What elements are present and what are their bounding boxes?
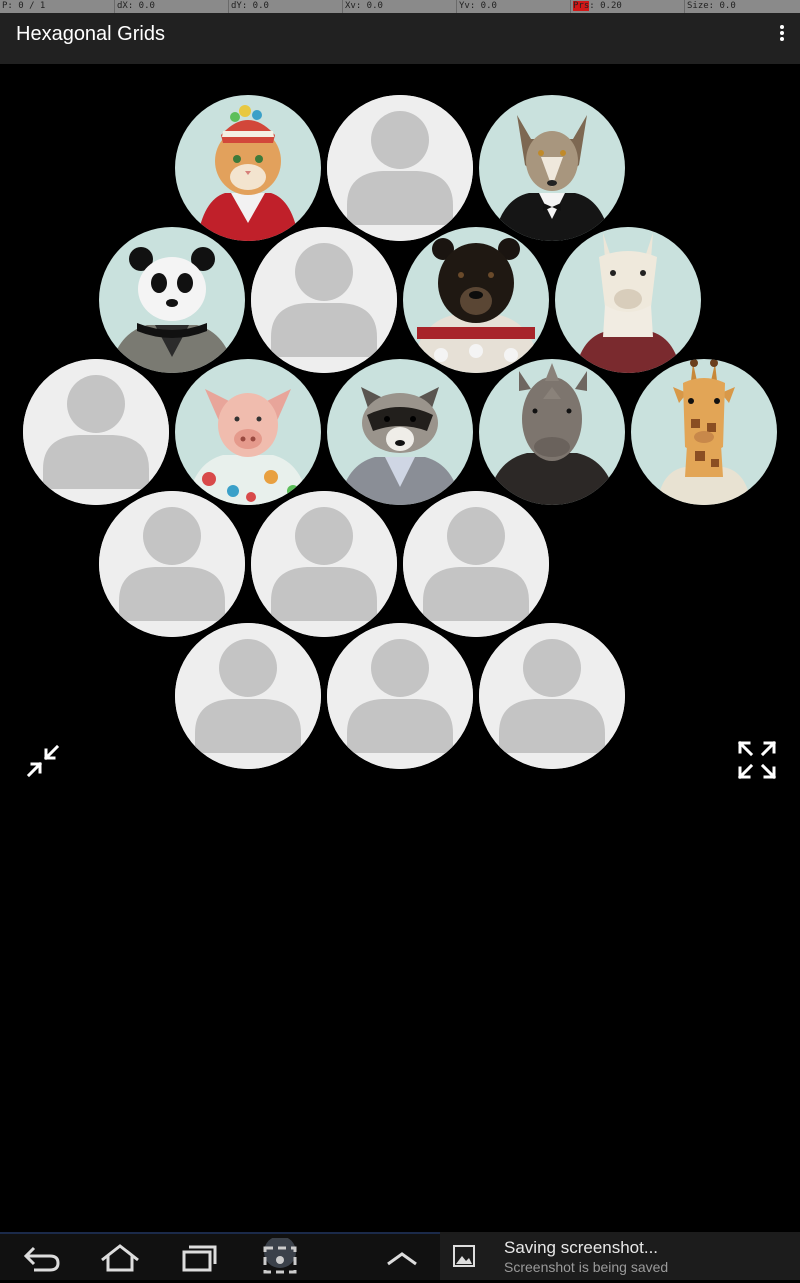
grid-item-placeholder[interactable] (327, 95, 473, 241)
grid-item-placeholder[interactable] (175, 623, 321, 769)
pressure-label: Prs (573, 1, 590, 11)
user-silhouette-icon (479, 623, 625, 769)
grid-item-panda[interactable] (99, 227, 245, 373)
velocity-x: Xv: 0.0 (342, 0, 456, 13)
velocity-y: Yv: 0.0 (456, 0, 570, 13)
panda-portrait-icon (99, 227, 245, 373)
screenshot-icon (263, 1236, 297, 1274)
grid-item-bear[interactable] (403, 227, 549, 373)
bear-portrait-icon (403, 227, 549, 373)
cat-portrait-icon (175, 95, 321, 241)
wolf-portrait-icon (479, 95, 625, 241)
notification-subtitle: Screenshot is being saved (504, 1259, 669, 1275)
delta-y: dY: 0.0 (228, 0, 342, 13)
screenshot-notification[interactable]: Saving screenshot... Screenshot is being… (440, 1232, 800, 1280)
touch-size: Size: 0.0 (684, 0, 800, 13)
home-button[interactable] (98, 1238, 142, 1278)
grid-item-rhino[interactable] (479, 359, 625, 505)
expand-arrows-icon (737, 740, 777, 780)
shrink-arrows-icon (26, 744, 60, 778)
back-icon (23, 1246, 60, 1272)
grid-item-raccoon[interactable] (327, 359, 473, 505)
expand-button[interactable] (737, 740, 777, 780)
grid-item-placeholder[interactable] (251, 227, 397, 373)
grid-item-placeholder[interactable] (327, 623, 473, 769)
grid-item-placeholder[interactable] (23, 359, 169, 505)
grid-item-giraffe[interactable] (631, 359, 777, 505)
image-icon (453, 1245, 475, 1267)
home-icon (101, 1244, 139, 1272)
screenshot-button[interactable] (258, 1236, 302, 1278)
pointer-count: P: 0 / 1 (2, 1, 46, 11)
recents-button[interactable] (178, 1238, 222, 1278)
user-silhouette-icon (175, 623, 321, 769)
shrink-button[interactable] (26, 744, 60, 778)
pressure: Prs: 0.20 (570, 0, 684, 13)
user-silhouette-icon (327, 623, 473, 769)
raccoon-portrait-icon (327, 359, 473, 505)
user-silhouette-icon (251, 227, 397, 373)
expand-notifications-button[interactable] (380, 1238, 424, 1278)
grid-item-cat[interactable] (175, 95, 321, 241)
user-silhouette-icon (403, 491, 549, 637)
chevron-up-icon (387, 1252, 417, 1266)
grid-item-placeholder[interactable] (479, 623, 625, 769)
user-silhouette-icon (23, 359, 169, 505)
notification-title: Saving screenshot... (504, 1238, 659, 1257)
llama-portrait-icon (555, 227, 701, 373)
page-title: Hexagonal Grids (16, 23, 165, 45)
rhino-portrait-icon (479, 359, 625, 505)
back-button[interactable] (20, 1238, 64, 1278)
delta-x: dX: 0.0 (114, 0, 228, 13)
pressure-value: : 0.20 (589, 1, 622, 11)
giraffe-portrait-icon (631, 359, 777, 505)
grid-item-placeholder[interactable] (251, 491, 397, 637)
user-silhouette-icon (327, 95, 473, 241)
grid-item-pig[interactable] (175, 359, 321, 505)
recents-icon (182, 1245, 217, 1272)
action-bar: Hexagonal Grids (0, 13, 800, 64)
overflow-menu-icon[interactable] (776, 23, 788, 43)
grid-item-llama[interactable] (555, 227, 701, 373)
user-silhouette-icon (251, 491, 397, 637)
grid-item-placeholder[interactable] (99, 491, 245, 637)
hexagonal-grid (0, 64, 800, 784)
pig-portrait-icon (175, 359, 321, 505)
grid-item-placeholder[interactable] (403, 491, 549, 637)
user-silhouette-icon (99, 491, 245, 637)
pointer-debug-bar: P: 0 / 1 dX: 0.0 dY: 0.0 Xv: 0.0 Yv: 0.0… (0, 0, 800, 13)
grid-item-wolf[interactable] (479, 95, 625, 241)
